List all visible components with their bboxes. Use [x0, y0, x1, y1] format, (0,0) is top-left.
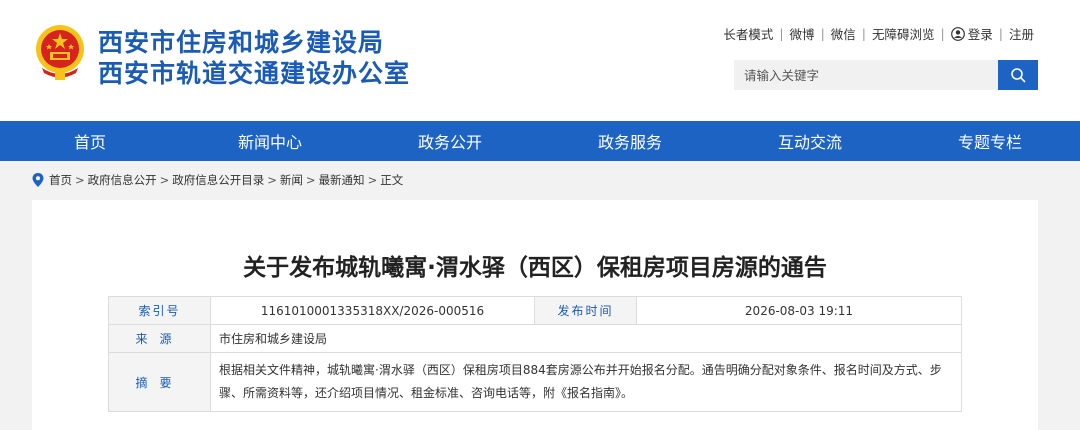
- summary-label: 摘要: [108, 352, 211, 412]
- source-label: 来源: [108, 324, 211, 353]
- nav-item-home[interactable]: 首页: [0, 121, 180, 161]
- top-links: 长者模式 | 微博 | 微信 | 无障碍浏览 | 登录 | 注册: [723, 24, 1034, 43]
- index-number-value: 1161010001335318XX/2026-000516: [210, 296, 535, 325]
- login-link[interactable]: 登录: [968, 24, 993, 43]
- breadcrumb: 首页 > 政府信息公开 > 政府信息公开目录 > 新闻 > 最新通知 > 正文: [32, 172, 403, 188]
- publish-time-value: 2026-08-03 19:11: [636, 296, 962, 325]
- register-link[interactable]: 注册: [1009, 24, 1034, 43]
- site-header: 西安市住房和城乡建设局 西安市轨道交通建设办公室 长者模式 | 微博 | 微信 …: [0, 0, 1080, 121]
- nav-item-topics[interactable]: 专题专栏: [900, 121, 1080, 161]
- user-icon: [950, 26, 965, 41]
- breadcrumb-latest-notice[interactable]: 最新通知: [319, 172, 365, 188]
- breadcrumb-gov-info-open[interactable]: 政府信息公开: [88, 172, 157, 188]
- main-nav: 首页 新闻中心 政务公开 政务服务 互动交流 专题专栏: [0, 121, 1080, 161]
- source-value: 市住房和城乡建设局: [210, 324, 962, 353]
- separator: |: [820, 26, 825, 41]
- separator: |: [779, 26, 784, 41]
- article-meta-table: 索引号 1161010001335318XX/2026-000516 发布时间 …: [108, 296, 962, 412]
- search-icon: [1011, 68, 1026, 83]
- breadcrumb-gov-info-catalog[interactable]: 政府信息公开目录: [172, 172, 264, 188]
- search-button[interactable]: [998, 60, 1038, 90]
- article-title: 关于发布城轨曦寓·渭水驿（西区）保租房项目房源的通告: [243, 255, 827, 281]
- article-card: 关于发布城轨曦寓·渭水驿（西区）保租房项目房源的通告 索引号 116101000…: [32, 200, 1038, 430]
- national-emblem-icon[interactable]: [32, 22, 88, 82]
- breadcrumb-home[interactable]: 首页: [49, 172, 72, 188]
- nav-item-gov-affairs-open[interactable]: 政务公开: [360, 121, 540, 161]
- org-name-line2[interactable]: 西安市轨道交通建设办公室: [98, 54, 410, 90]
- breadcrumb-separator: >: [75, 173, 85, 187]
- nav-item-interaction[interactable]: 互动交流: [720, 121, 900, 161]
- table-row: 来源 市住房和城乡建设局: [108, 324, 962, 353]
- breadcrumb-current: 正文: [380, 173, 404, 187]
- publish-time-label: 发布时间: [534, 296, 637, 325]
- elder-mode-link[interactable]: 长者模式: [723, 24, 773, 43]
- wechat-link[interactable]: 微信: [831, 24, 856, 43]
- breadcrumb-separator: >: [267, 173, 277, 187]
- search-input[interactable]: [734, 60, 998, 90]
- location-pin-icon: [32, 173, 44, 187]
- index-number-label: 索引号: [108, 296, 211, 325]
- accessible-browse-link[interactable]: 无障碍浏览: [872, 24, 935, 43]
- search-box: [734, 60, 1038, 90]
- breadcrumb-news[interactable]: 新闻: [280, 172, 303, 188]
- separator: |: [998, 26, 1003, 41]
- breadcrumb-separator: >: [305, 173, 316, 187]
- table-row: 索引号 1161010001335318XX/2026-000516 发布时间 …: [108, 296, 962, 325]
- breadcrumb-separator: >: [367, 173, 378, 187]
- breadcrumb-separator: >: [159, 173, 170, 187]
- separator: |: [940, 26, 945, 41]
- nav-item-gov-services[interactable]: 政务服务: [540, 121, 720, 161]
- nav-item-news[interactable]: 新闻中心: [180, 121, 360, 161]
- table-row: 摘要 根据相关文件精神，城轨曦寓·渭水驿（西区）保租房项目884套房源公布并开始…: [108, 352, 962, 412]
- separator: |: [861, 26, 867, 41]
- weibo-link[interactable]: 微博: [790, 24, 815, 43]
- summary-value: 根据相关文件精神，城轨曦寓·渭水驿（西区）保租房项目884套房源公布并开始报名分…: [210, 352, 962, 412]
